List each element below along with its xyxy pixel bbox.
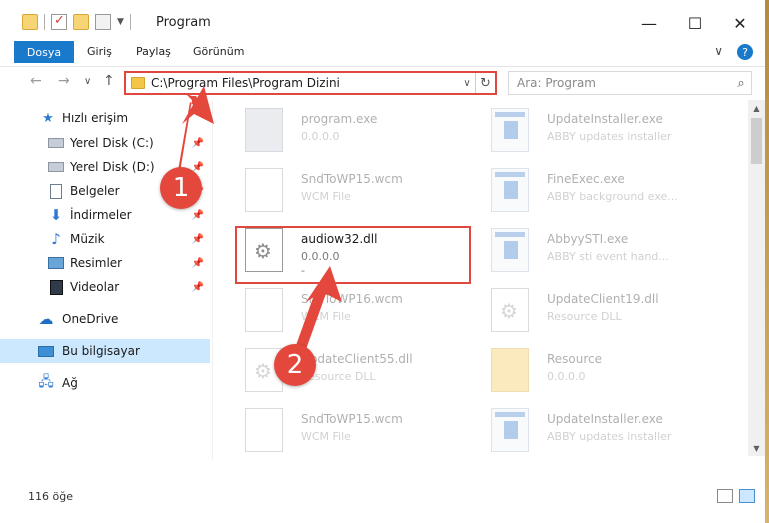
tiles-view-icon[interactable]	[739, 489, 755, 503]
details-view-icon[interactable]	[717, 489, 733, 503]
status-bar: 116 öğe	[0, 478, 769, 518]
desktop-edge	[765, 0, 769, 523]
annotation-arrows	[176, 86, 342, 366]
step-1-marker: 1	[160, 167, 202, 209]
item-count: 116 öğe	[28, 490, 73, 503]
annotation-arrow-1-head	[182, 86, 214, 124]
step-2-marker: 2	[274, 344, 316, 386]
explorer-window: ▼ Program — ☐ ✕ Dosya Giriş Paylaş Görün…	[0, 0, 769, 523]
